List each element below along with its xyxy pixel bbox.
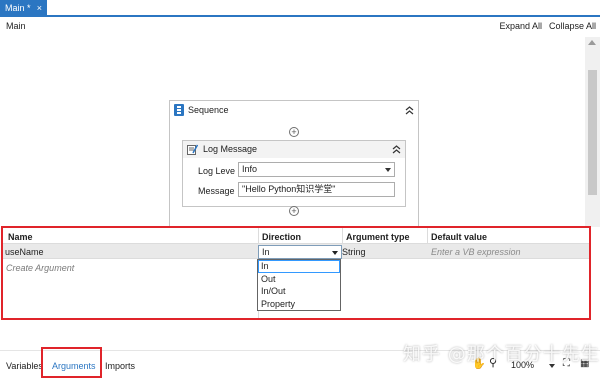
log-message-activity[interactable]: Log Message Log Leve Info Message "Hello… (182, 140, 406, 207)
log-level-label: Log Leve (198, 166, 236, 176)
expand-all-button[interactable]: Expand All (499, 21, 542, 31)
tab-imports[interactable]: Imports (105, 361, 135, 371)
direction-select[interactable]: In (258, 245, 342, 259)
arguments-header-row: Name Direction Argument type Default val… (3, 228, 589, 244)
direction-option-out[interactable]: Out (258, 273, 340, 286)
log-message-title: Log Message (203, 144, 258, 154)
direction-option-in-out[interactable]: In/Out (258, 285, 340, 298)
column-header-default-value[interactable]: Default value (431, 232, 487, 242)
designer-canvas[interactable]: Sequence + Log Message Log Leve Info Mes… (0, 37, 585, 227)
argument-type-cell[interactable]: String (342, 247, 366, 257)
direction-option-property[interactable]: Property (258, 298, 340, 311)
scroll-up-icon[interactable] (588, 40, 596, 45)
direction-value: In (262, 247, 270, 257)
log-level-select[interactable]: Info (238, 162, 395, 177)
close-icon[interactable]: × (37, 0, 42, 17)
watermark: 知乎 @那个百分十先生 (403, 344, 600, 365)
direction-option-in[interactable]: In (258, 260, 340, 273)
log-message-icon (187, 144, 198, 155)
tab-main[interactable]: Main * × (0, 0, 47, 17)
vertical-scrollbar[interactable] (585, 37, 600, 227)
column-header-direction[interactable]: Direction (262, 232, 301, 242)
breadcrumb[interactable]: Main (6, 21, 26, 31)
tab-main-label: Main * (5, 3, 31, 13)
argument-name-cell[interactable]: useName (5, 247, 44, 257)
log-level-value: Info (242, 164, 258, 174)
chevron-down-icon (332, 251, 338, 255)
collapse-chevron-icon[interactable] (392, 144, 401, 154)
sequence-icon (174, 104, 184, 116)
document-tab-strip: Main * × (0, 0, 600, 17)
default-value-input[interactable]: Enter a VB expression (431, 247, 521, 257)
collapse-chevron-icon[interactable] (405, 105, 414, 115)
scroll-thumb[interactable] (588, 70, 597, 195)
sequence-title: Sequence (188, 105, 229, 115)
message-input[interactable]: "Hello Python知识学堂" (238, 182, 395, 197)
create-argument-link[interactable]: Create Argument (6, 263, 74, 273)
direction-dropdown-list: In Out In/Out Property (257, 259, 341, 311)
tab-variables[interactable]: Variables (6, 361, 43, 371)
designer-header: Main Expand All Collapse All (0, 17, 600, 36)
add-activity-icon[interactable]: + (289, 206, 299, 216)
arguments-tab-highlight (41, 347, 102, 378)
chevron-down-icon (385, 168, 391, 172)
column-header-name[interactable]: Name (8, 232, 33, 242)
add-activity-icon[interactable]: + (289, 127, 299, 137)
sequence-activity[interactable]: Sequence + Log Message Log Leve Info Mes… (169, 100, 419, 227)
collapse-all-button[interactable]: Collapse All (549, 21, 596, 31)
log-message-header: Log Message (183, 141, 405, 158)
column-header-argument-type[interactable]: Argument type (346, 232, 410, 242)
message-label: Message (198, 186, 235, 196)
sequence-header: Sequence (170, 101, 418, 119)
